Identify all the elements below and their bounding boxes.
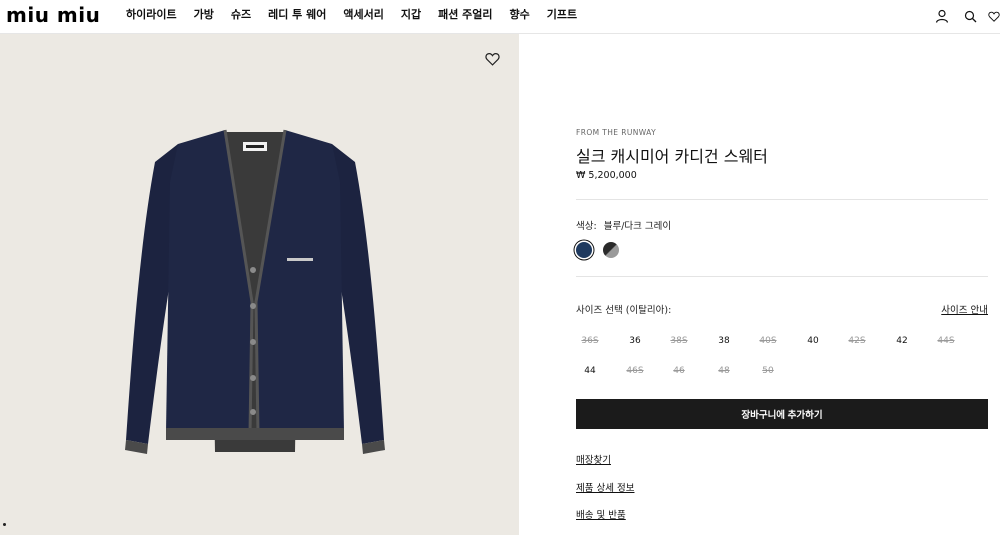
- nav-item-fragrance[interactable]: 향수: [510, 9, 530, 21]
- wishlist-icon[interactable]: [988, 8, 1000, 24]
- size-option[interactable]: 44S: [931, 336, 961, 346]
- size-option[interactable]: 40S: [753, 336, 783, 346]
- nav-item-bags[interactable]: 가방: [194, 9, 214, 21]
- nav-item-ready-to-wear[interactable]: 레디 투 웨어: [268, 9, 326, 21]
- product-image[interactable]: [100, 122, 410, 502]
- color-swatch-blue[interactable]: [576, 242, 592, 258]
- main-nav: 하이라이트 가방 슈즈 레디 투 웨어 액세서리 지갑 패션 주얼리 향수 기프…: [126, 9, 594, 21]
- color-label-text: 색상:: [576, 221, 597, 232]
- color-value: 블루/다크 그레이: [603, 221, 672, 232]
- size-option[interactable]: 40: [798, 336, 828, 346]
- size-option[interactable]: 42: [887, 336, 917, 346]
- product-image-pane: [0, 34, 519, 535]
- size-option[interactable]: 46S: [620, 366, 650, 376]
- shipping-returns-link[interactable]: 배송 및 반품: [576, 507, 626, 521]
- site-header: miu miu 하이라이트 가방 슈즈 레디 투 웨어 액세서리 지갑 패션 주…: [0, 0, 1000, 34]
- divider: [576, 199, 988, 200]
- nav-item-accessories[interactable]: 액세서리: [343, 9, 383, 21]
- product-details-link[interactable]: 제품 상세 정보: [576, 480, 634, 494]
- size-option[interactable]: 44: [575, 366, 605, 376]
- size-option[interactable]: 48: [709, 366, 739, 376]
- nav-item-wallets[interactable]: 지갑: [401, 9, 421, 21]
- size-option[interactable]: 36: [620, 336, 650, 346]
- size-option[interactable]: 38S: [664, 336, 694, 346]
- nav-item-shoes[interactable]: 슈즈: [231, 9, 251, 21]
- size-label: 사이즈 선택 (이탈리아):: [576, 305, 672, 316]
- color-swatch-grey[interactable]: [603, 242, 619, 258]
- size-option[interactable]: 46: [664, 366, 694, 376]
- size-option[interactable]: 38: [709, 336, 739, 346]
- nav-item-highlight[interactable]: 하이라이트: [126, 9, 177, 21]
- add-to-cart-button[interactable]: 장바구니에 추가하기: [576, 399, 988, 429]
- size-option[interactable]: 36S: [575, 336, 605, 346]
- nav-item-fashion-jewelry[interactable]: 패션 주얼리: [438, 9, 492, 21]
- search-icon[interactable]: [962, 8, 978, 24]
- product-price: ₩ 5,200,000: [576, 170, 637, 181]
- size-option[interactable]: 42S: [842, 336, 872, 346]
- nav-item-gifts[interactable]: 기프트: [547, 9, 577, 21]
- color-label: 색상: 블루/다크 그레이: [576, 218, 671, 232]
- product-title: 실크 캐시미어 카디건 스웨터: [576, 147, 768, 166]
- find-store-link[interactable]: 매장찾기: [576, 452, 611, 466]
- heart-icon[interactable]: [485, 51, 501, 67]
- divider: [576, 276, 988, 277]
- carousel-indicator[interactable]: [3, 523, 6, 526]
- logo[interactable]: miu miu: [6, 5, 100, 25]
- product-eyebrow: FROM THE RUNWAY: [576, 128, 657, 137]
- size-guide-link[interactable]: 사이즈 안내: [941, 302, 988, 316]
- account-icon[interactable]: [934, 8, 950, 24]
- size-option[interactable]: 50: [753, 366, 783, 376]
